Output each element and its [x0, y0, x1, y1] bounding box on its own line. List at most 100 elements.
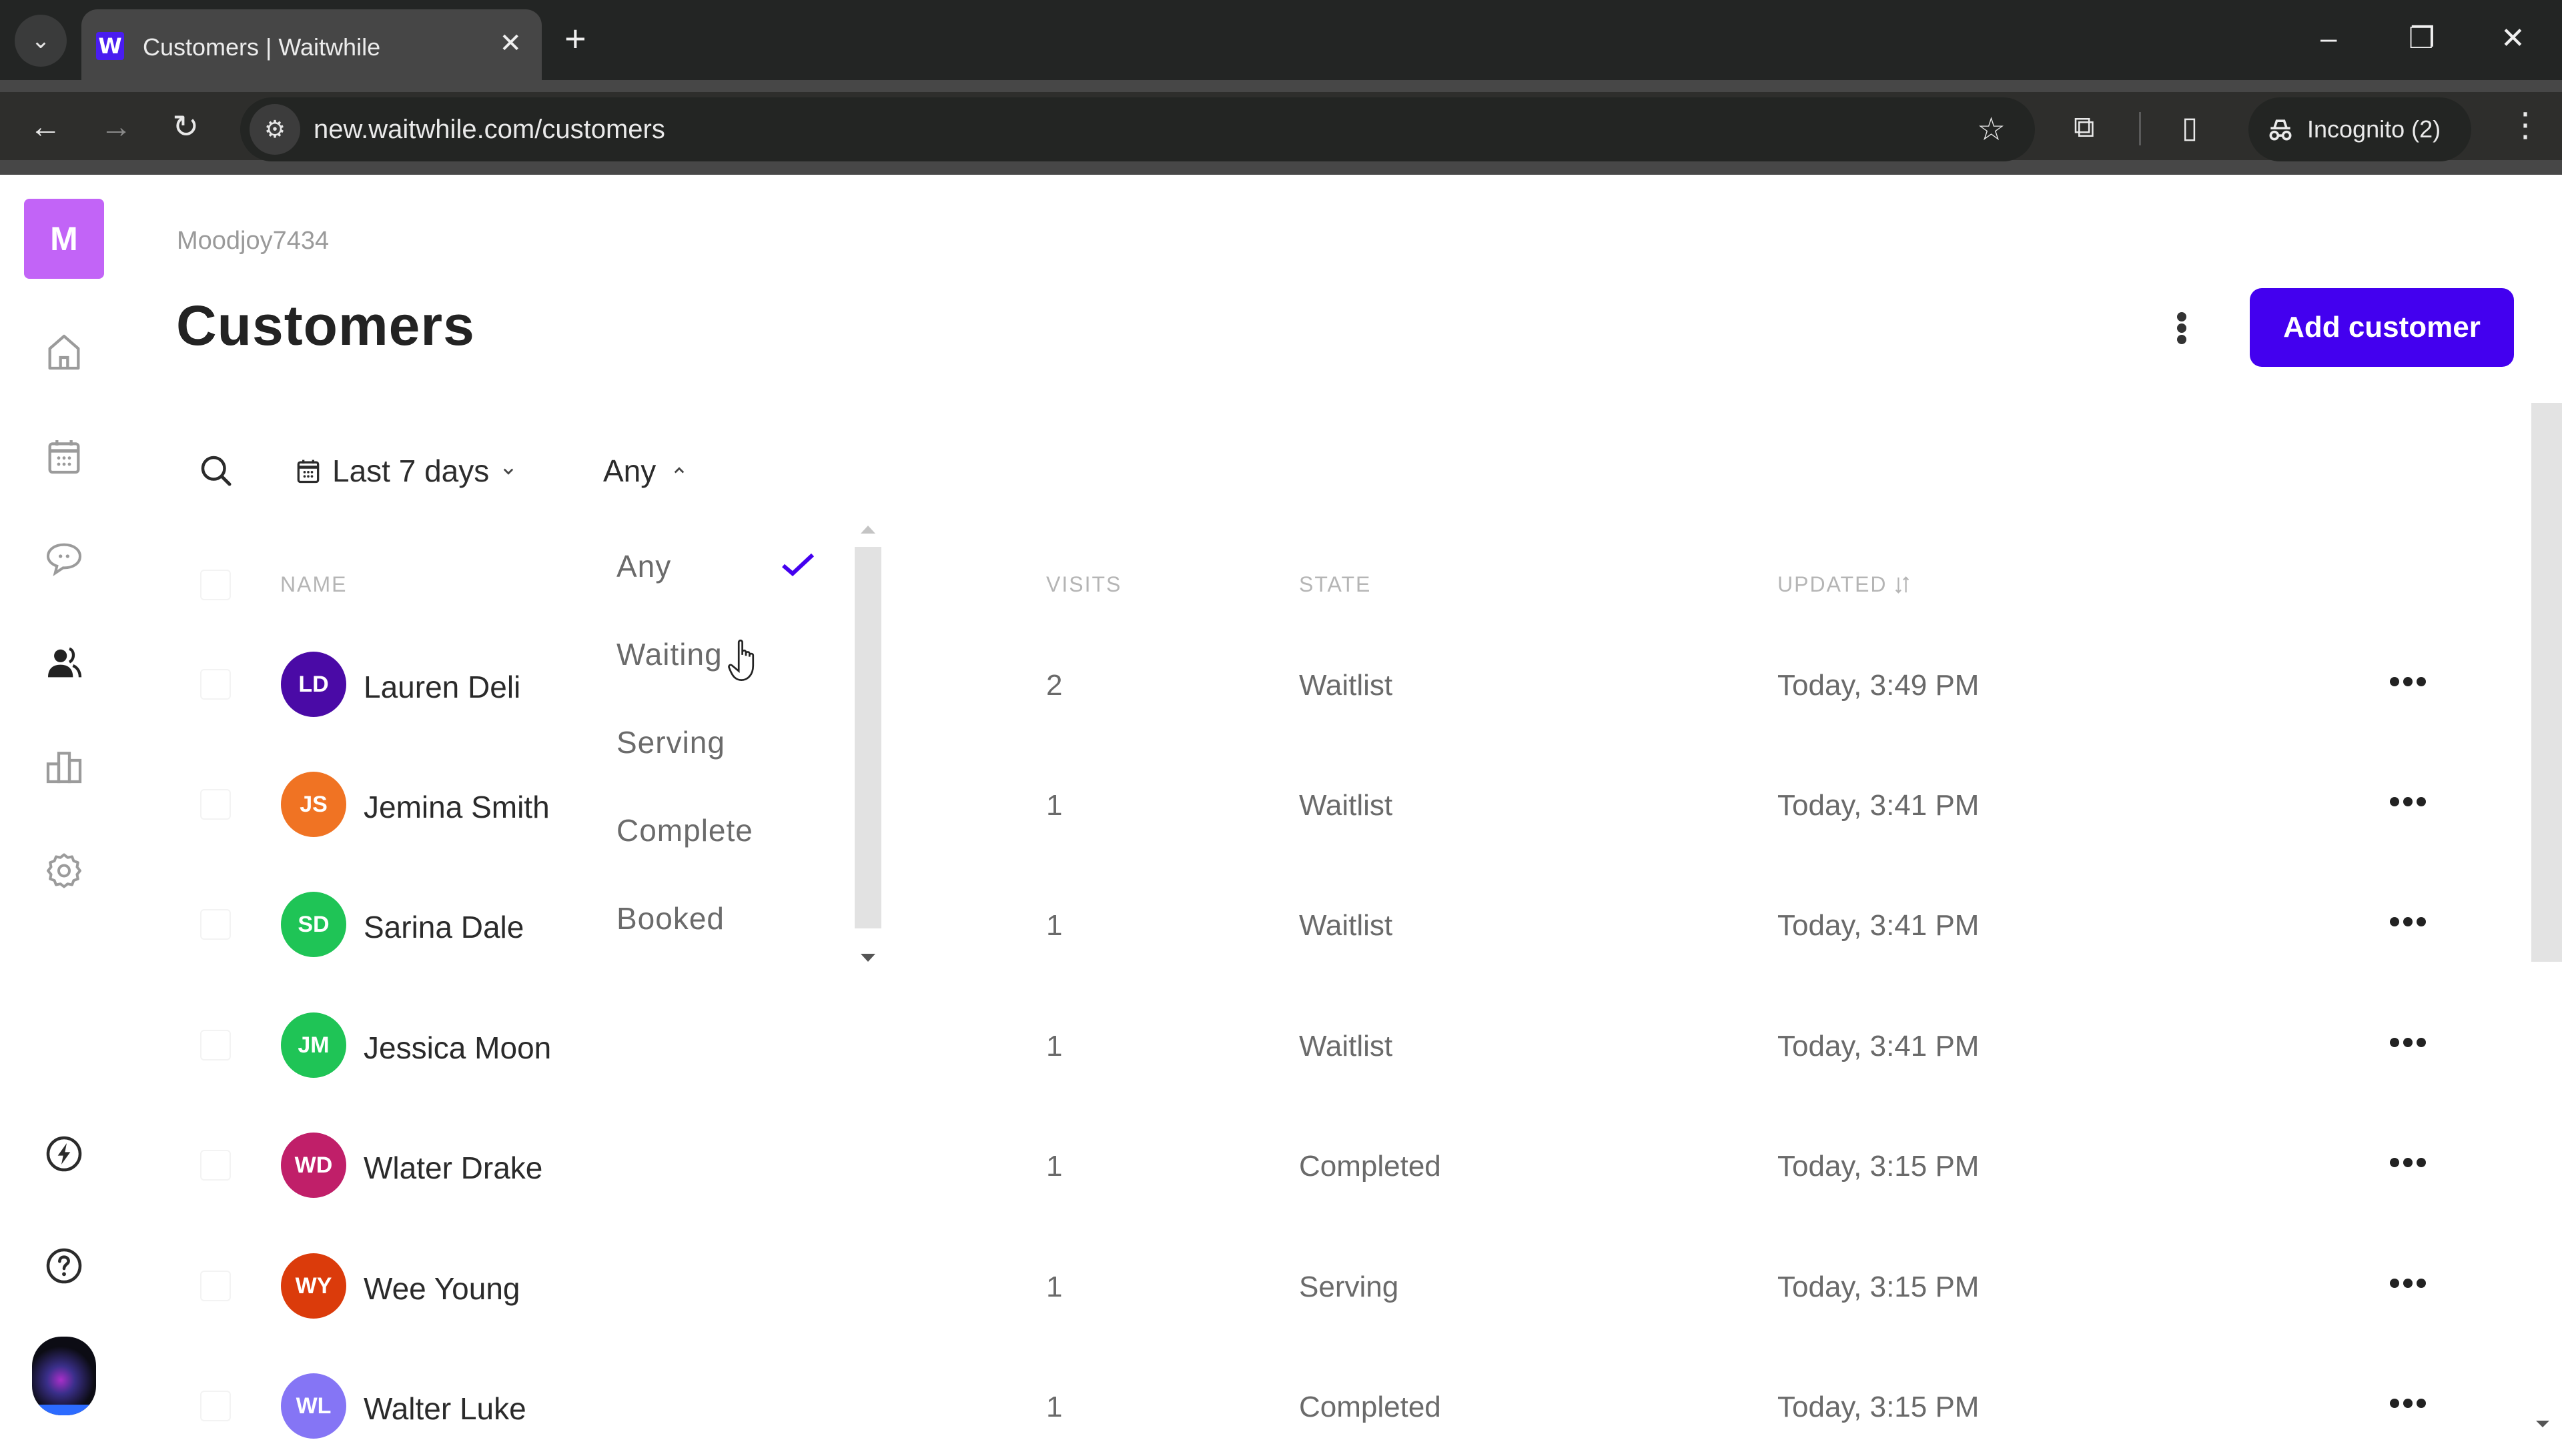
dot — [2417, 917, 2426, 926]
page-title: Customers — [176, 294, 475, 357]
dot — [2417, 1038, 2426, 1047]
dropdown-option-waiting[interactable]: Waiting — [616, 636, 723, 672]
chevron-down-icon: ⌄ — [31, 28, 51, 53]
address-bar[interactable]: ⚙ new.waitwhile.com/customers ☆ — [240, 97, 2035, 161]
dropdown-option-any[interactable]: Any — [616, 548, 671, 584]
table-row[interactable]: SD Sarina Dale 1 Waitlist Today, 3:41 PM — [0, 874, 2509, 974]
customer-updated: Today, 3:41 PM — [1777, 909, 1980, 942]
dot — [2403, 1399, 2413, 1408]
sidebar-item-messages[interactable] — [39, 534, 89, 584]
dropdown-option-complete[interactable]: Complete — [616, 812, 753, 848]
row-checkbox[interactable] — [200, 669, 231, 700]
customer-state: Serving — [1299, 1271, 1399, 1303]
dot — [2417, 1279, 2426, 1288]
row-more-options-button[interactable] — [2390, 917, 2426, 930]
side-panel-button[interactable]: ▯ — [2182, 111, 2198, 145]
dropdown-scrollbar-thumb[interactable] — [855, 547, 881, 928]
table-row[interactable]: JS Jemina Smith 1 Waitlist Today, 3:41 P… — [0, 754, 2509, 854]
reload-button[interactable]: ↻ — [172, 111, 199, 144]
new-tab-button[interactable]: + — [564, 17, 586, 60]
close-tab-button[interactable]: ✕ — [499, 28, 522, 59]
date-range-filter[interactable]: Last 7 days — [294, 451, 518, 491]
arrow-left-icon: ← — [29, 109, 61, 145]
row-more-options-button[interactable] — [2390, 1399, 2426, 1412]
row-checkbox[interactable] — [200, 1271, 231, 1301]
page-scrollbar-thumb[interactable] — [2531, 403, 2562, 962]
browser-tab-active[interactable]: W Customers | Waitwhile ✕ — [81, 9, 542, 80]
customer-name[interactable]: Wlater Drake — [364, 1150, 542, 1186]
customer-avatar: WL — [281, 1373, 346, 1439]
extensions-button[interactable]: ⧉ — [2074, 111, 2094, 144]
incognito-icon — [2269, 119, 2292, 141]
org-switcher[interactable]: M — [24, 199, 104, 279]
row-checkbox[interactable] — [200, 1150, 231, 1181]
home-icon — [48, 334, 80, 370]
row-more-options-button[interactable] — [2390, 1038, 2426, 1051]
table-row[interactable]: WY Wee Young 1 Serving Today, 3:15 PM — [0, 1236, 2509, 1336]
row-more-options-button[interactable] — [2390, 677, 2426, 690]
close-window-button[interactable]: ✕ — [2501, 19, 2525, 59]
hand-cursor-icon — [728, 639, 755, 681]
bookmark-button[interactable]: ☆ — [1977, 111, 2006, 148]
customer-name[interactable]: Walter Luke — [364, 1391, 526, 1427]
customer-avatar: JS — [281, 772, 346, 837]
more-horizontal-icon — [2390, 1279, 2399, 1288]
star-icon: ☆ — [1976, 112, 2006, 147]
customer-name[interactable]: Jessica Moon — [364, 1030, 551, 1066]
column-header-name[interactable]: NAME — [280, 572, 347, 597]
customer-name[interactable]: Wee Young — [364, 1271, 520, 1307]
customer-name[interactable]: Jemina Smith — [364, 789, 550, 825]
row-more-options-button[interactable] — [2390, 1158, 2426, 1171]
table-row[interactable]: WD Wlater Drake 1 Completed Today, 3:15 … — [0, 1115, 2509, 1215]
customer-name[interactable]: Sarina Dale — [364, 909, 524, 945]
table-row[interactable]: LD Lauren Deli 2 Waitlist Today, 3:49 PM — [0, 634, 2509, 734]
customer-avatar: WD — [281, 1133, 346, 1198]
browser-menu-button[interactable]: ⋮ — [2509, 108, 2542, 141]
breadcrumb-org-name[interactable]: Moodjoy7434 — [177, 227, 329, 255]
sidebar-item-home[interactable] — [39, 327, 89, 378]
add-customer-button[interactable]: Add customer — [2250, 288, 2514, 367]
customer-avatar: LD — [281, 652, 346, 717]
page-scroll-down-arrow[interactable] — [2536, 1421, 2549, 1427]
column-header-state[interactable]: STATE — [1299, 572, 1371, 597]
table-row[interactable]: JM Jessica Moon 1 Waitlist Today, 3:41 P… — [0, 995, 2509, 1095]
incognito-indicator[interactable]: Incognito (2) — [2248, 97, 2471, 161]
dropdown-scroll-up-arrow[interactable] — [861, 526, 875, 534]
row-checkbox[interactable] — [200, 789, 231, 820]
customer-updated: Today, 3:41 PM — [1777, 1030, 1980, 1062]
row-checkbox[interactable] — [200, 909, 231, 940]
row-more-options-button[interactable] — [2390, 1279, 2426, 1292]
state-filter[interactable]: Any — [603, 451, 689, 491]
customer-state: Completed — [1299, 1150, 1441, 1183]
dropdown-option-serving[interactable]: Serving — [616, 724, 725, 760]
select-all-checkbox[interactable] — [200, 570, 231, 600]
tab-search-button[interactable]: ⌄ — [15, 15, 67, 67]
state-filter-dropdown: Any Waiting Serving Complete Booked — [587, 520, 881, 974]
customer-avatar: SD — [281, 892, 346, 957]
browser-tab-strip: ⌄ W Customers | Waitwhile ✕ + – ❐ ✕ — [0, 0, 2562, 80]
customer-name[interactable]: Lauren Deli — [364, 669, 520, 705]
column-header-visits[interactable]: VISITS — [1046, 572, 1122, 597]
url-text[interactable]: new.waitwhile.com/customers — [314, 115, 665, 145]
table-row[interactable]: WL Walter Luke 1 Completed Today, 3:15 P… — [0, 1356, 2509, 1456]
column-header-updated[interactable]: UPDATED — [1777, 572, 1910, 597]
search-button[interactable] — [196, 451, 236, 491]
page-more-options-button[interactable] — [2168, 308, 2195, 348]
row-more-options-button[interactable] — [2390, 797, 2426, 810]
row-checkbox[interactable] — [200, 1391, 231, 1421]
customer-avatar: JM — [281, 1012, 346, 1078]
minimize-window-button[interactable]: – — [2320, 19, 2336, 59]
back-button[interactable]: ← — [29, 111, 61, 144]
dropdown-scroll-down-arrow[interactable] — [861, 954, 875, 962]
site-info-button[interactable]: ⚙ — [250, 104, 300, 155]
row-checkbox[interactable] — [200, 1030, 231, 1060]
dot — [2403, 677, 2413, 686]
forward-button[interactable]: → — [100, 111, 132, 144]
restore-icon: ❐ — [2409, 22, 2435, 55]
dropdown-option-booked[interactable]: Booked — [616, 900, 725, 936]
chat-icon — [46, 543, 82, 576]
restore-window-button[interactable]: ❐ — [2409, 19, 2435, 59]
sidebar-item-calendar[interactable] — [39, 431, 89, 482]
more-vertical-icon: ⋮ — [2509, 106, 2542, 143]
dot — [2403, 917, 2413, 926]
